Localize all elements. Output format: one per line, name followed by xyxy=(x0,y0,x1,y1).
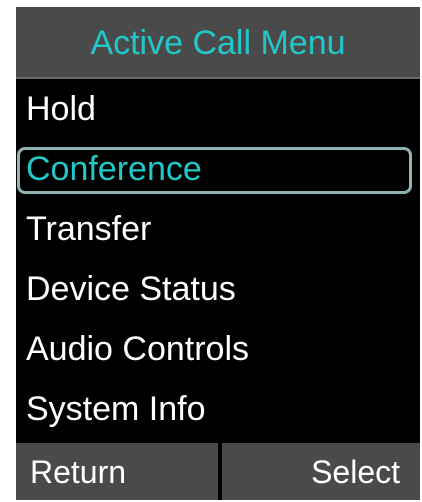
menu-title: Active Call Menu xyxy=(90,24,346,62)
menu-list: Hold Conference Transfer Device Status A… xyxy=(16,79,420,439)
return-softkey[interactable]: Return xyxy=(16,443,218,500)
menu-item-label: Hold xyxy=(26,90,96,128)
softkey-bar: Return Select xyxy=(16,443,420,500)
menu-item-label: Transfer xyxy=(26,210,152,248)
title-bar: Active Call Menu xyxy=(16,7,420,79)
menu-item-system-info[interactable]: System Info xyxy=(16,379,420,439)
menu-item-label: Audio Controls xyxy=(26,330,250,368)
menu-item-conference[interactable]: Conference xyxy=(16,139,420,199)
menu-item-label: Device Status xyxy=(26,270,236,308)
menu-item-device-status[interactable]: Device Status xyxy=(16,259,420,319)
select-softkey[interactable]: Select xyxy=(222,443,420,500)
menu-item-audio-controls[interactable]: Audio Controls xyxy=(16,319,420,379)
menu-item-label: System Info xyxy=(26,390,206,428)
phone-screen: Active Call Menu Hold Conference Transfe… xyxy=(16,7,420,500)
menu-item-hold[interactable]: Hold xyxy=(16,79,420,139)
menu-item-transfer[interactable]: Transfer xyxy=(16,199,420,259)
menu-item-label: Conference xyxy=(26,150,202,188)
